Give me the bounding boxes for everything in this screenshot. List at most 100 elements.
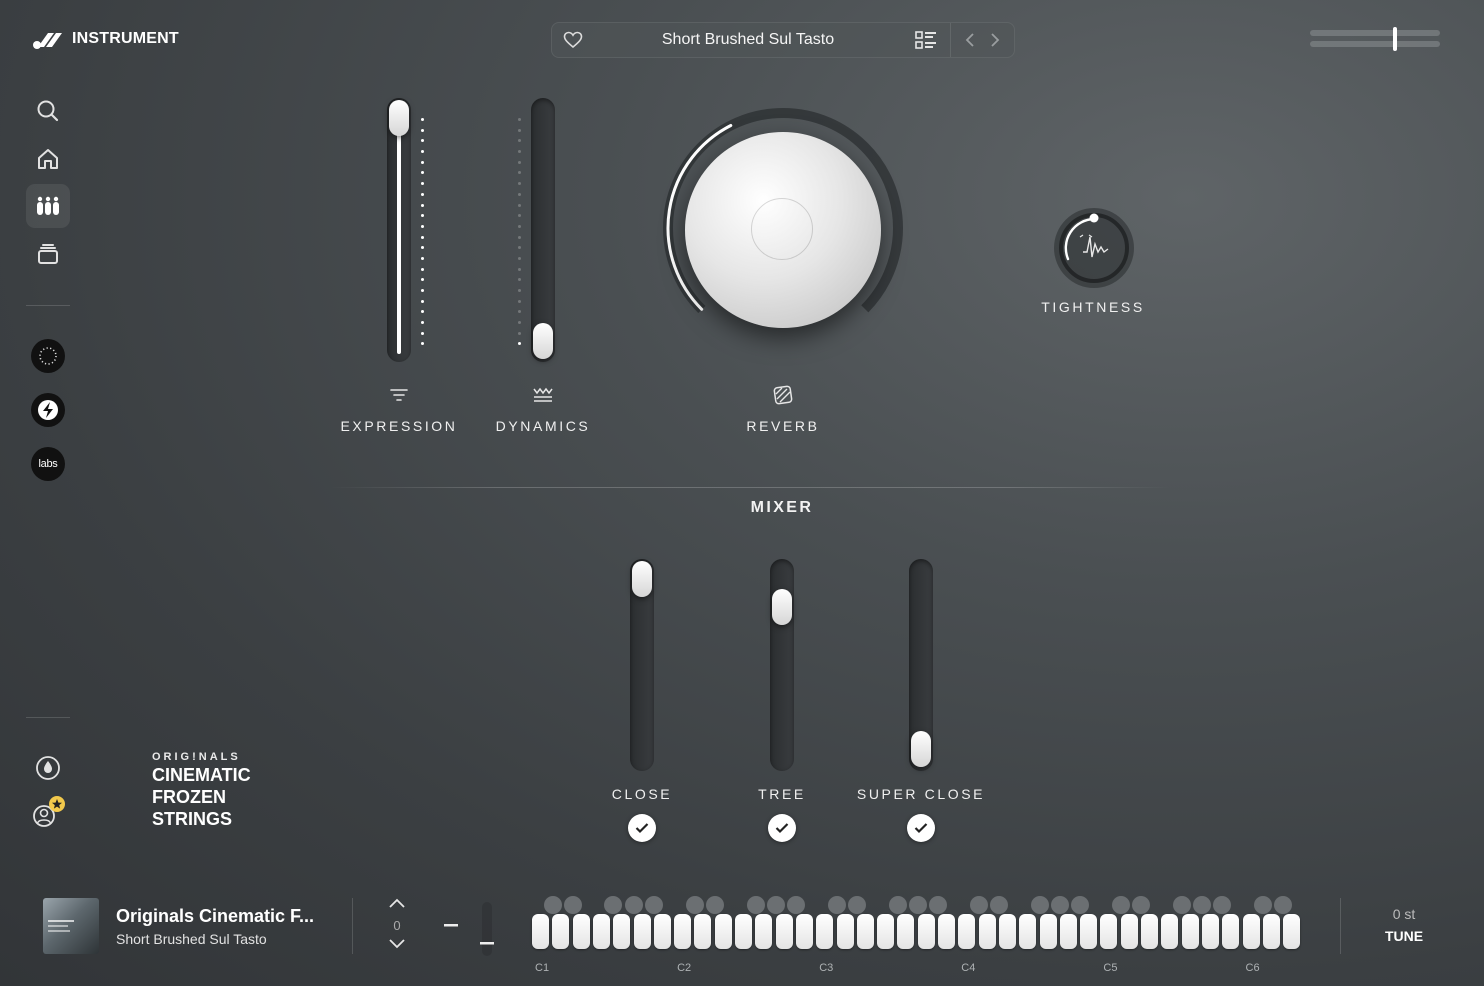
white-key[interactable] [592,914,610,949]
now-playing-title[interactable]: Originals Cinematic F... [116,906,314,927]
white-key[interactable] [958,914,976,949]
black-key[interactable] [888,896,907,914]
black-key[interactable] [1071,896,1090,914]
white-key[interactable] [795,914,813,949]
black-key[interactable] [705,896,724,914]
black-key[interactable] [827,896,846,914]
white-key[interactable] [1141,914,1158,949]
black-key[interactable] [1193,896,1212,914]
black-key[interactable] [1172,896,1191,914]
expression-slider[interactable] [387,98,411,362]
white-key[interactable] [917,914,935,949]
black-key[interactable] [848,896,866,914]
white-key[interactable] [998,914,1016,949]
dynamics-slider[interactable] [531,98,555,362]
mixer-tree-thumb[interactable] [772,589,792,625]
black-key[interactable] [990,896,1009,914]
favorite-button[interactable] [552,23,594,57]
white-key[interactable] [653,914,671,949]
black-key[interactable] [746,896,765,914]
white-key[interactable] [938,914,955,949]
piano-keyboard[interactable]: C1 C2 C3 C4 C5 C6 [532,896,1302,974]
white-key[interactable] [532,914,549,949]
white-key[interactable] [1161,914,1179,949]
white-key[interactable] [694,914,712,949]
black-key[interactable] [766,896,785,914]
black-key[interactable] [908,896,927,914]
pitch-wheel-icon[interactable] [444,900,500,960]
white-key[interactable] [633,914,651,949]
sidebar-item-instruments[interactable] [26,184,70,228]
white-key[interactable] [1222,914,1240,949]
black-key[interactable] [787,896,806,914]
white-key[interactable] [816,914,834,949]
white-key[interactable] [978,914,996,949]
chevron-up-icon[interactable] [387,897,407,909]
black-key[interactable] [685,896,704,914]
black-key[interactable] [604,896,623,914]
white-key[interactable] [1242,914,1260,949]
black-key[interactable] [1030,896,1049,914]
black-key[interactable] [624,896,643,914]
black-key[interactable] [1254,896,1272,914]
white-key[interactable] [735,914,752,949]
sidebar-brand-s[interactable] [31,393,65,427]
white-key[interactable] [755,914,773,949]
black-key[interactable] [563,896,582,914]
white-key[interactable] [714,914,732,949]
chevron-right-icon[interactable] [989,32,1001,48]
black-key[interactable] [1274,896,1293,914]
white-key[interactable] [1181,914,1199,949]
white-key[interactable] [1262,914,1280,949]
white-key[interactable] [1100,914,1118,949]
reverb-knob-face[interactable] [685,132,881,328]
mixer-tree-toggle[interactable] [768,814,796,842]
black-key[interactable] [969,896,988,914]
black-key[interactable] [543,896,562,914]
black-key[interactable] [645,896,663,914]
sidebar-item-account[interactable] [26,790,70,834]
sidebar-item-library[interactable] [26,232,70,276]
white-key[interactable] [836,914,854,949]
tune-control[interactable]: 0 st TUNE [1376,906,1432,944]
dynamics-thumb[interactable] [533,323,553,359]
white-key[interactable] [856,914,874,949]
expression-thumb[interactable] [389,100,409,136]
preset-list-button[interactable] [902,23,950,57]
sidebar-brand-labs[interactable]: labs [31,447,65,481]
mixer-super-close-thumb[interactable] [911,731,931,767]
black-key[interactable] [1213,896,1232,914]
mixer-close-thumb[interactable] [632,561,652,597]
master-volume-slider[interactable] [1310,27,1440,51]
chevron-left-icon[interactable] [964,32,976,48]
mixer-close-fader[interactable] [630,559,654,771]
black-key[interactable] [1111,896,1130,914]
white-key[interactable] [613,914,631,949]
white-key[interactable] [572,914,590,949]
mixer-super-close-toggle[interactable] [907,814,935,842]
white-key[interactable] [674,914,692,949]
white-key[interactable] [775,914,793,949]
white-key[interactable] [1039,914,1057,949]
white-key[interactable] [552,914,570,949]
sidebar-item-home[interactable] [26,137,70,181]
white-key[interactable] [877,914,895,949]
mixer-tree-fader[interactable] [770,559,794,771]
white-key[interactable] [1120,914,1138,949]
white-key[interactable] [1080,914,1098,949]
white-key[interactable] [1059,914,1077,949]
white-key[interactable] [1019,914,1037,949]
reverb-knob[interactable] [661,106,905,350]
master-volume-thumb[interactable] [1393,27,1397,51]
white-key[interactable] [1201,914,1219,949]
sidebar-brand-ring[interactable] [31,339,65,373]
black-key[interactable] [1132,896,1151,914]
preset-name[interactable]: Short Brushed Sul Tasto [594,31,902,49]
album-artwork[interactable] [43,898,99,954]
pitch-mod-wheels[interactable] [444,900,500,965]
mixer-super-close-fader[interactable] [909,559,933,771]
tightness-knob[interactable] [1053,207,1135,289]
sidebar-item-search[interactable] [26,89,70,133]
white-key[interactable] [1283,914,1301,949]
chevron-down-icon[interactable] [387,938,407,950]
